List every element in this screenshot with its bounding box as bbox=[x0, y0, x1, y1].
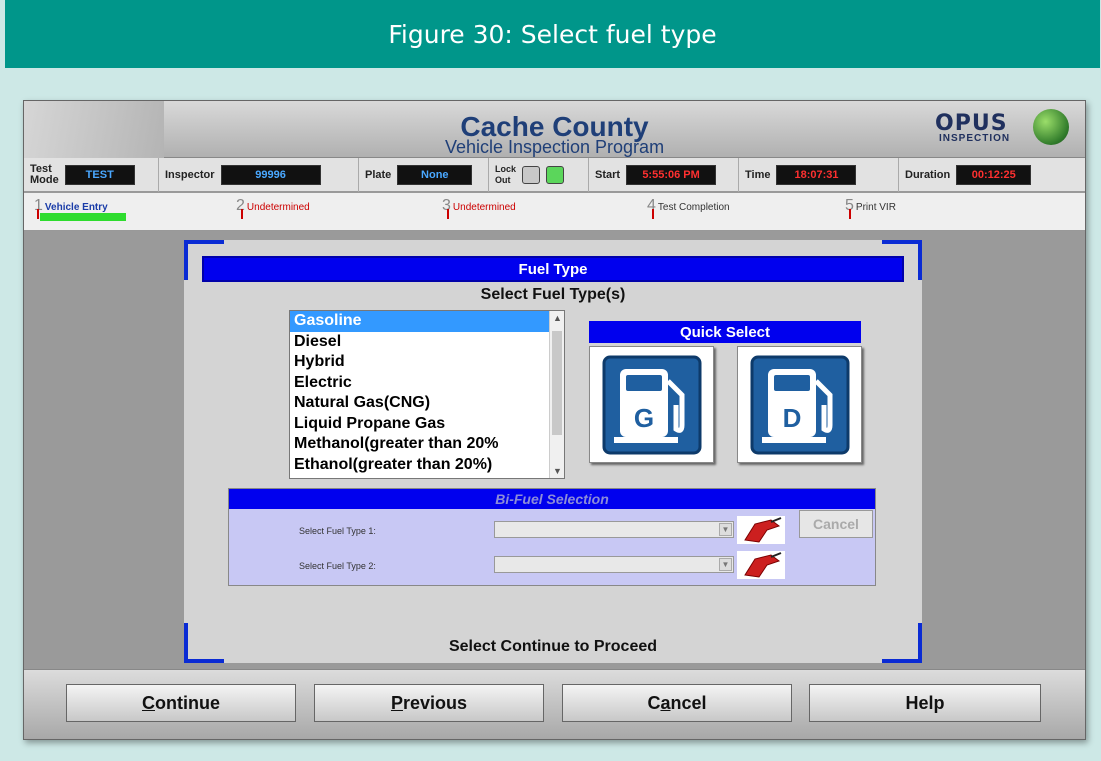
fuel-type-panel: Fuel Type Select Fuel Type(s) Gasoline D… bbox=[184, 240, 922, 663]
inspector-value: 99996 bbox=[220, 165, 321, 185]
scroll-down-icon[interactable]: ▼ bbox=[550, 464, 564, 478]
continue-button[interactable]: Continue bbox=[66, 684, 296, 722]
bi-fuel-section: Bi-Fuel Selection Select Fuel Type 1: ▼ … bbox=[228, 488, 876, 586]
fuel-option-methanol[interactable]: Methanol(greater than 20% bbox=[290, 434, 550, 455]
fuel-type-listbox[interactable]: Gasoline Diesel Hybrid Electric Natural … bbox=[289, 310, 565, 479]
previous-button[interactable]: Previous bbox=[314, 684, 544, 722]
gasoline-quick-select-button[interactable]: G bbox=[589, 346, 714, 463]
progress-steps: 1 Vehicle Entry 2 Undetermined 3 Undetermin… bbox=[24, 193, 1085, 231]
inspector-label: Inspector bbox=[165, 168, 215, 181]
logo-sub: INSPECTION bbox=[939, 133, 1011, 144]
fuel-nozzle-icon[interactable] bbox=[737, 551, 785, 579]
step-5: 5 Print VIR bbox=[845, 197, 896, 214]
gas-pump-g-icon: G bbox=[602, 355, 701, 454]
scroll-thumb[interactable] bbox=[552, 331, 562, 435]
select-fuel-subheading: Select Fuel Type(s) bbox=[480, 286, 626, 303]
lock-icon[interactable] bbox=[522, 166, 541, 184]
step-2: 2 Undetermined bbox=[236, 197, 310, 214]
fuel-option-electric[interactable]: Electric bbox=[290, 373, 550, 394]
test-mode-cell: Test Mode TEST bbox=[24, 158, 159, 192]
bi-fuel-heading: Bi-Fuel Selection bbox=[229, 489, 875, 509]
unlock-icon[interactable] bbox=[546, 166, 565, 184]
title-bar: Cache County Vehicle Inspection Program … bbox=[24, 101, 1085, 158]
listbox-scrollbar[interactable]: ▲ ▼ bbox=[549, 311, 564, 478]
fuel-option-hybrid[interactable]: Hybrid bbox=[290, 352, 550, 373]
nozzle-graphic bbox=[744, 517, 782, 543]
button-bar: Continue Previous Ca ncel Help bbox=[24, 669, 1085, 739]
lock-out-label: Lock Out bbox=[495, 164, 517, 185]
fuel-option-ethanol[interactable]: Ethanol(greater than 20%) bbox=[290, 455, 550, 476]
proceed-instruction: Select Continue to Proceed bbox=[448, 638, 658, 655]
chevron-down-icon[interactable]: ▼ bbox=[719, 523, 732, 536]
step-2-marker bbox=[241, 209, 243, 219]
start-cell: Start 5:55:06 PM bbox=[589, 158, 739, 192]
svg-text:G: G bbox=[633, 403, 653, 433]
step-3-marker bbox=[447, 209, 449, 219]
start-value: 5:55:06 PM bbox=[626, 165, 717, 185]
lock-out-cell: Lock Out bbox=[489, 158, 589, 192]
time-value: 18:07:31 bbox=[776, 165, 857, 185]
inspector-cell: Inspector 99996 bbox=[159, 158, 359, 192]
app-window: Cache County Vehicle Inspection Program … bbox=[23, 100, 1086, 740]
scroll-up-icon[interactable]: ▲ bbox=[550, 311, 564, 325]
fuel-option-cng[interactable]: Natural Gas(CNG) bbox=[290, 393, 550, 414]
quick-select-heading: Quick Select bbox=[589, 321, 861, 343]
gas-pump-d-icon: D bbox=[750, 355, 849, 454]
fuel-type-2-label: Select Fuel Type 2: bbox=[299, 561, 376, 571]
fuel-type-1-label: Select Fuel Type 1: bbox=[299, 526, 376, 536]
nozzle-graphic bbox=[744, 552, 782, 578]
test-mode-value: TEST bbox=[64, 165, 135, 185]
fuel-option-lpg[interactable]: Liquid Propane Gas bbox=[290, 414, 550, 435]
start-label: Start bbox=[595, 168, 621, 181]
step-5-marker bbox=[849, 209, 851, 219]
test-mode-label: Test Mode bbox=[30, 163, 59, 186]
content-area: Fuel Type Select Fuel Type(s) Gasoline D… bbox=[24, 232, 1085, 669]
plate-label: Plate bbox=[365, 168, 392, 181]
cancel-button[interactable]: Ca ncel bbox=[562, 684, 792, 722]
opus-logo: OPUS INSPECTION bbox=[929, 109, 1069, 149]
status-bar: Test Mode TEST Inspector 99996 Plate None… bbox=[24, 158, 1085, 192]
progress-fill bbox=[40, 213, 126, 221]
fuel-option-diesel[interactable]: Diesel bbox=[290, 332, 550, 353]
duration-cell: Duration 00:12:25 bbox=[899, 158, 1085, 192]
diesel-quick-select-button[interactable]: D bbox=[737, 346, 862, 463]
fuel-type-1-select[interactable]: ▼ bbox=[494, 521, 734, 538]
step-4-marker bbox=[652, 209, 654, 219]
plate-value: None bbox=[397, 165, 473, 185]
chevron-down-icon[interactable]: ▼ bbox=[719, 558, 732, 571]
step-4: 4 Test Completion bbox=[647, 197, 730, 214]
fuel-type-heading: Fuel Type bbox=[202, 256, 904, 282]
duration-value: 00:12:25 bbox=[956, 165, 1032, 185]
help-button[interactable]: Help bbox=[809, 684, 1041, 722]
plate-cell: Plate None bbox=[359, 158, 489, 192]
fuel-type-2-select[interactable]: ▼ bbox=[494, 556, 734, 573]
app-subtitle: Vehicle Inspection Program bbox=[444, 137, 665, 157]
time-cell: Time 18:07:31 bbox=[739, 158, 899, 192]
duration-label: Duration bbox=[905, 168, 951, 181]
fuel-nozzle-icon[interactable] bbox=[737, 516, 785, 544]
step-3: 3 Undetermined bbox=[442, 197, 516, 214]
globe-icon bbox=[1033, 109, 1069, 145]
fuel-option-gasoline[interactable]: Gasoline bbox=[290, 311, 550, 332]
step-1-marker bbox=[37, 209, 39, 219]
figure-caption: Figure 30: Select fuel type bbox=[5, 0, 1100, 68]
time-label: Time bbox=[745, 168, 771, 181]
svg-text:D: D bbox=[782, 403, 801, 433]
bi-fuel-cancel-button[interactable]: Cancel bbox=[799, 510, 873, 538]
